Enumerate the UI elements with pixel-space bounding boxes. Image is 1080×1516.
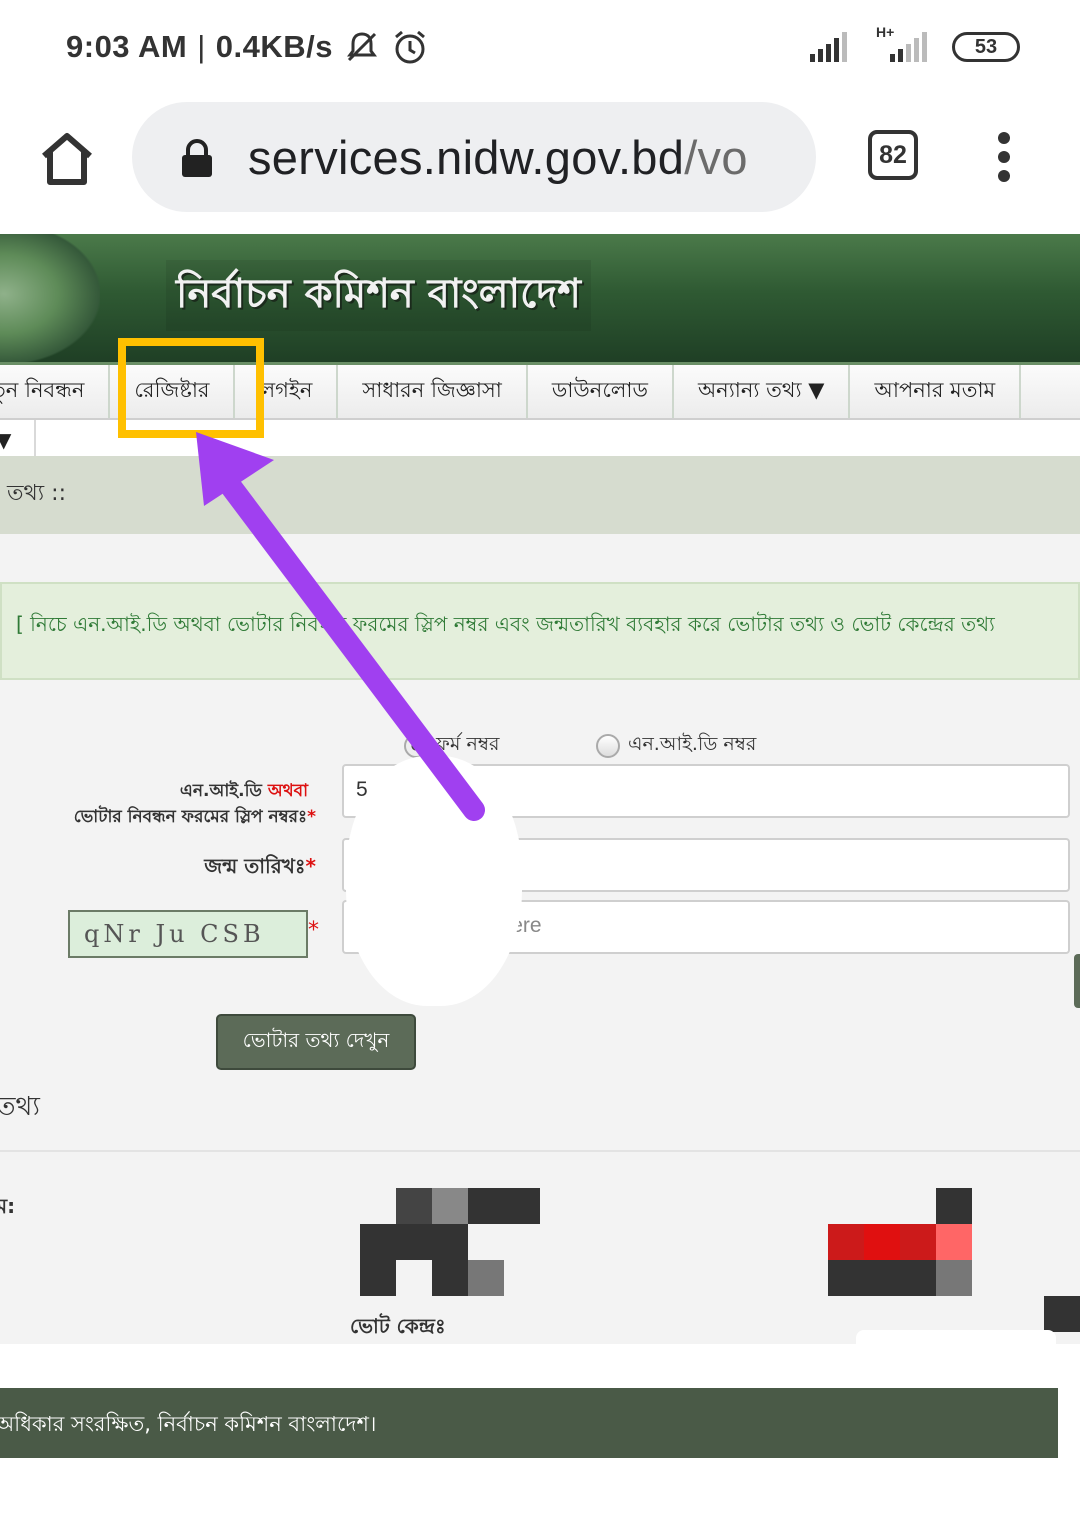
overflow-menu-icon[interactable] [992, 132, 1016, 182]
url-domain: services.nidw.gov.bd [248, 131, 685, 184]
id-field-label-line1: এন.আই.ডি অথবা [180, 778, 308, 806]
nav-item-new-registration[interactable]: তুন নিবন্ধন [0, 365, 111, 418]
id-label-or: অথবা [267, 781, 308, 801]
url-path: /vo [684, 131, 748, 184]
mobile-data-indicator: H+ [872, 24, 930, 64]
redaction-blob [346, 756, 522, 1006]
status-left: 9:03 AM | 0.4KB/s [66, 28, 429, 66]
dob-field-label: জন্ম তারিখঃ* [204, 852, 316, 885]
instruction-notice: [ নিচে এন.আই.ডি অথবা ভোটার নিবন্ধন ফরমের… [0, 582, 1080, 680]
url-text: services.nidw.gov.bd/vo [248, 130, 748, 185]
notice-text: [ নিচে এন.আই.ডি অথবা ভোটার নিবন্ধন ফরমের… [16, 612, 995, 636]
nav-item-download[interactable]: ডাউনলোড [528, 365, 674, 418]
side-scroll-tab[interactable] [1074, 954, 1080, 1008]
mute-bell-icon [347, 32, 378, 62]
highlight-box-register [118, 338, 264, 438]
required-mark: * [308, 918, 319, 943]
status-right: H+ 53 [808, 24, 1020, 64]
info-divider [0, 1150, 1080, 1152]
info-label-vote-center: ভোট কেন্দ্রঃ [350, 1314, 446, 1338]
radio-nid-number-label: এন.আই.ডি নম্বর [628, 733, 757, 755]
info-section-title: তথ্য [0, 1092, 40, 1122]
battery-indicator: 53 [952, 32, 1020, 62]
network-type-label: H+ [876, 24, 895, 40]
browser-toolbar: services.nidw.gov.bd/vo 82 [0, 100, 1080, 230]
section-heading-bar: ' তথ্য :: [0, 456, 1080, 534]
radio-nid-number-button[interactable] [596, 734, 620, 758]
site-footer: অধিকার সংরক্ষিত, নির্বাচন কমিশন বাংলাদেশ… [0, 1388, 1058, 1458]
captcha-image: qNr Ju CSB [68, 910, 308, 958]
status-separator: | [197, 29, 206, 64]
address-bar[interactable]: services.nidw.gov.bd/vo [132, 102, 816, 212]
dob-label: জন্ম তারিখঃ [204, 854, 306, 878]
radio-nid-number[interactable]: এন.আই.ডি নম্বর [596, 730, 756, 762]
copyright-text: অধিকার সংরক্ষিত, নির্বাচন কমিশন বাংলাদেশ… [0, 1412, 377, 1436]
section-heading: ' তথ্য :: [0, 481, 66, 506]
election-commission-logo [0, 234, 100, 364]
banner-title: নির্বাচন কমিশন বাংলাদেশ [166, 260, 591, 331]
status-bar: 9:03 AM | 0.4KB/s H+ 53 [0, 0, 1080, 100]
required-mark: * [307, 807, 316, 827]
view-voter-info-button[interactable]: ভোটার তথ্য দেখুন [216, 1014, 416, 1070]
tab-switcher-button[interactable]: 82 [868, 130, 918, 180]
home-icon[interactable] [36, 128, 98, 190]
alarm-clock-icon [395, 30, 425, 64]
nav-item-faq[interactable]: সাধারন জিজ্ঞাসা [338, 365, 528, 418]
signal-strength-icon [810, 32, 847, 62]
nav-item-other-info[interactable]: অন্যান্য তথ্য ▼ [674, 365, 851, 418]
id-field-label-line2: ভোটার নিবন্ধন ফরমের স্লিপ নম্বরঃ* [74, 804, 316, 832]
status-time: 9:03 AM [66, 29, 188, 64]
network-speed: 0.4KB/s [215, 29, 334, 64]
lock-icon [182, 139, 212, 177]
info-label-name: ম: [0, 1194, 16, 1218]
subnav-dropdown-caret[interactable]: ▼ [0, 428, 11, 452]
radio-form-number-button[interactable] [404, 734, 428, 758]
nav-item-feedback[interactable]: আপনার মতাম [850, 365, 1022, 418]
id-label-nid: এন.আই.ডি [179, 781, 262, 801]
required-mark: * [305, 854, 316, 878]
id-label-slip: ভোটার নিবন্ধন ফরমের স্লিপ নম্বরঃ [73, 807, 308, 827]
